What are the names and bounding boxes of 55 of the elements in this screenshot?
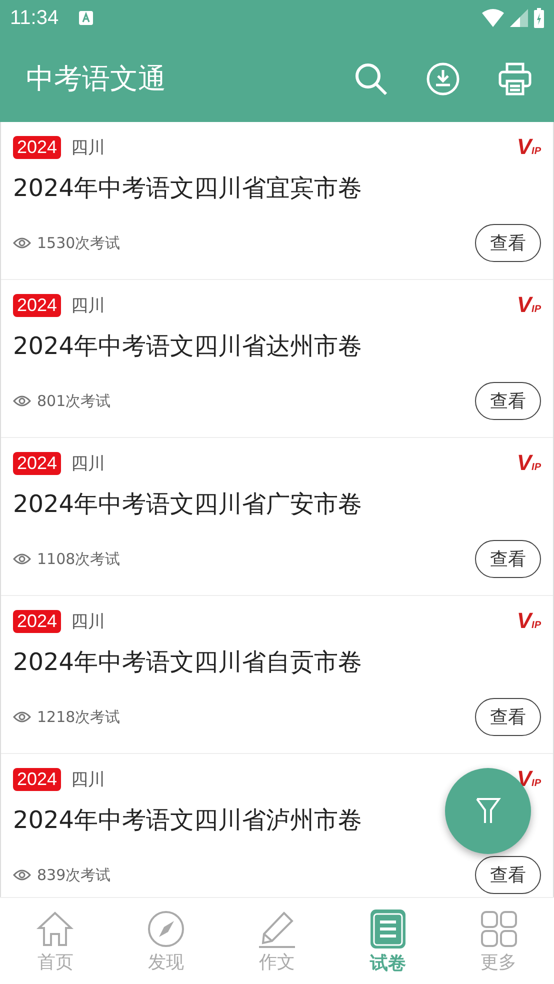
vip-label: VIP [516,134,541,160]
paper-title: 2024年中考语文四川省广安市卷 [13,489,362,520]
wifi-icon [482,9,504,27]
eye-icon [13,869,31,881]
view-button[interactable]: 查看 [475,540,541,578]
pencil-icon [258,910,296,948]
paper-title: 2024年中考语文四川省自贡市卷 [13,647,362,678]
grid-icon [480,910,518,948]
search-icon[interactable] [354,62,388,96]
vip-label: VIP [516,292,541,318]
download-icon[interactable] [426,62,460,96]
eye-icon [13,553,31,565]
view-button[interactable]: 查看 [475,224,541,262]
app-title: 中考语文通 [26,61,167,97]
region-label: 四川 [71,452,106,474]
view-count: 801次考试 [37,392,111,410]
year-tag: 2024 [13,452,62,474]
view-count: 1218次考试 [37,708,120,726]
document-list-icon [370,908,406,948]
paper-card[interactable]: 2024 四川 VIP 2024年中考语文四川省宜宾市卷 1530次考试 查看 [1,122,553,280]
status-time: 11:34 [10,6,59,30]
signal-icon [510,9,528,27]
view-button[interactable]: 查看 [475,698,541,736]
paper-title: 2024年中考语文四川省宜宾市卷 [13,173,362,204]
vip-label: VIP [516,608,541,634]
view-count: 1530次考试 [37,234,120,252]
region-label: 四川 [71,768,106,790]
view-count: 839次考试 [37,866,111,884]
region-label: 四川 [71,294,106,316]
region-label: 四川 [71,136,106,158]
view-button[interactable]: 查看 [475,856,541,894]
paper-card[interactable]: 2024 四川 VIP 2024年中考语文四川省广安市卷 1108次考试 查看 [1,438,553,596]
paper-card[interactable]: 2024 四川 VIP 2024年中考语文四川省自贡市卷 1218次考试 查看 [1,596,553,754]
year-tag: 2024 [13,768,62,790]
view-button[interactable]: 查看 [475,382,541,420]
notification-icon [78,11,93,25]
battery-icon [534,8,544,28]
paper-title: 2024年中考语文四川省达州市卷 [13,331,362,362]
filter-button[interactable] [445,768,531,854]
paper-title: 2024年中考语文四川省泸州市卷 [13,805,362,836]
compass-icon [147,910,186,948]
year-tag: 2024 [13,136,62,158]
vip-label: VIP [516,450,541,476]
eye-icon [13,711,31,723]
view-count: 1108次考试 [37,550,120,568]
eye-icon [13,395,31,407]
eye-icon [13,237,31,249]
paper-card[interactable]: 2024 四川 VIP 2024年中考语文四川省达州市卷 801次考试 查看 [1,280,553,438]
year-tag: 2024 [13,610,62,632]
filter-icon [475,797,501,825]
year-tag: 2024 [13,294,62,316]
printer-icon[interactable] [498,62,532,96]
vip-label: VIP [516,766,541,792]
home-icon [36,910,74,948]
region-label: 四川 [71,610,106,632]
